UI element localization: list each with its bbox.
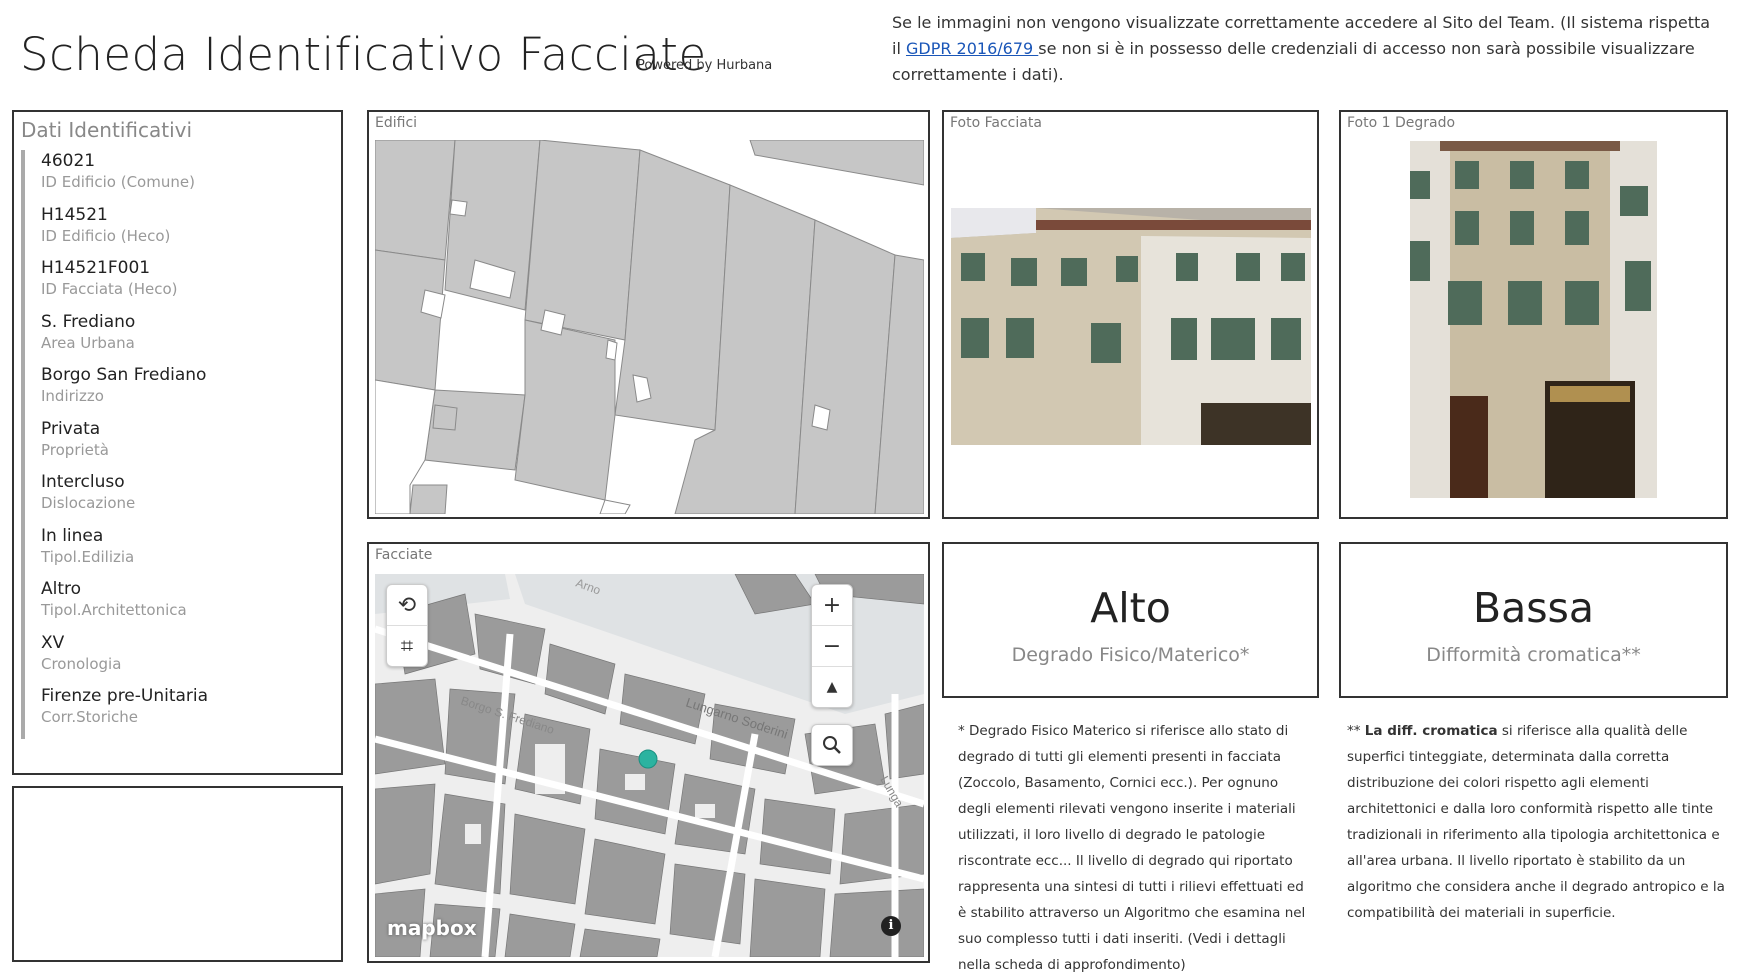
rect-select-icon[interactable]: ⌗ <box>387 625 427 666</box>
zoom-in-button[interactable]: + <box>812 585 852 625</box>
mapbox-logo[interactable]: mapbox <box>387 916 477 940</box>
ident-value: XV <box>41 632 65 653</box>
ident-item: Borgo San Frediano Indirizzo <box>41 364 311 418</box>
ident-value: Borgo San Frediano <box>41 365 207 385</box>
notice-text: Se le immagini non vengono visualizzate … <box>892 10 1722 88</box>
foto-degrado-title: Foto 1 Degrado <box>1347 115 1456 131</box>
map-nav: + − ▲ <box>811 584 853 708</box>
kpi-cromatica-label: Difformità cromatica** <box>1426 644 1641 666</box>
powered-by: Powered by Hurbana <box>637 58 773 73</box>
foto-degrado-panel: Foto 1 Degrado <box>1339 110 1728 519</box>
note-cromatica-prefix: ** <box>1347 723 1365 739</box>
ident-list: 46021 ID Edificio (Comune) H14521 ID Edifi… <box>21 150 311 739</box>
ident-label: ID Edificio (Heco) <box>41 226 171 245</box>
ident-item: H14521F001 ID Facciata (Heco) <box>41 257 311 311</box>
ident-item: S. Frediano Area Urbana <box>41 311 311 365</box>
ident-item: 46021 ID Edificio (Comune) <box>41 150 311 204</box>
ident-label: Proprietà <box>41 440 109 459</box>
facciate-panel: Facciate Lungarno Soderini Borgo S. Fred… <box>367 542 930 963</box>
empty-panel <box>12 786 343 962</box>
note-cromatica: ** La diff. cromatica si riferisce alla … <box>1347 718 1727 926</box>
ident-label: Tipol.Edilizia <box>41 547 135 566</box>
lasso-select-icon[interactable]: ⟲ <box>387 585 427 625</box>
ident-title: Dati Identificativi <box>21 118 193 142</box>
ident-value: Altro <box>41 579 82 599</box>
compass-button[interactable]: ▲ <box>812 666 852 707</box>
ident-value: H14521F001 <box>41 258 151 278</box>
ident-panel: Dati Identificativi 46021 ID Edificio (Co… <box>12 110 343 775</box>
kpi-cromatica-card: Bassa Difformità cromatica** <box>1339 542 1728 698</box>
ident-value: In linea <box>41 525 104 546</box>
edifici-map[interactable] <box>375 140 924 514</box>
ident-label: Corr.Storiche <box>41 708 139 726</box>
edifici-panel: Edifici <box>367 110 930 519</box>
kpi-degrado-card: Alto Degrado Fisico/Materico* <box>942 542 1319 698</box>
map-tools: ⟲ ⌗ <box>386 584 428 667</box>
ident-value: Intercluso <box>41 472 125 492</box>
kpi-degrado-label: Degrado Fisico/Materico* <box>1011 644 1250 666</box>
ident-value: Privata <box>41 418 101 439</box>
kpi-cromatica-value: Bassa <box>1472 584 1595 632</box>
note-degrado: * Degrado Fisico Materico si riferisce a… <box>958 723 1306 973</box>
ident-item: Altro Tipol.Architettonica <box>41 578 311 632</box>
facade-photo <box>951 208 1311 445</box>
note-cromatica-text: si riferisce alla qualità delle superfic… <box>1347 723 1725 921</box>
ident-item: H14521 ID Edificio (Heco) <box>41 204 311 258</box>
ident-label: ID Edificio (Comune) <box>41 173 195 191</box>
foto-facciata-panel: Foto Facciata <box>942 110 1319 519</box>
gdpr-link[interactable]: GDPR 2016/679 <box>906 39 1038 58</box>
ident-label: ID Facciata (Heco) <box>41 280 178 298</box>
facade-marker[interactable] <box>638 749 658 769</box>
map-search <box>811 724 853 766</box>
ident-label: Dislocazione <box>41 494 136 512</box>
note-cromatica-bold: La diff. cromatica <box>1364 723 1498 739</box>
ident-label: Area Urbana <box>41 333 135 352</box>
ident-item: XV Cronologia <box>41 632 311 686</box>
page-title: Scheda Identificativo Facciate <box>20 28 707 81</box>
ident-value: S. Frediano <box>41 311 136 332</box>
ident-item: Intercluso Dislocazione <box>41 471 311 525</box>
ident-item: Firenze pre-Unitaria Corr.Storiche <box>41 685 311 739</box>
ident-label: Tipol.Architettonica <box>41 601 187 619</box>
ident-item: In linea Tipol.Edilizia <box>41 525 311 579</box>
degrado-photo <box>1410 141 1657 498</box>
facciate-title: Facciate <box>375 547 433 563</box>
zoom-out-button[interactable]: − <box>812 625 852 666</box>
ident-label: Indirizzo <box>41 387 104 405</box>
ident-value: H14521 <box>41 204 108 225</box>
ident-value: Firenze pre-Unitaria <box>41 686 209 706</box>
ident-item: Privata Proprietà <box>41 418 311 472</box>
kpi-degrado-value: Alto <box>1090 584 1171 632</box>
edifici-title: Edifici <box>375 115 418 131</box>
info-icon[interactable]: i <box>881 916 901 936</box>
ident-label: Cronologia <box>41 654 122 673</box>
foto-facciata-title: Foto Facciata <box>950 115 1042 131</box>
zoom-search-icon[interactable] <box>812 725 852 765</box>
ident-value: 46021 <box>41 151 96 171</box>
